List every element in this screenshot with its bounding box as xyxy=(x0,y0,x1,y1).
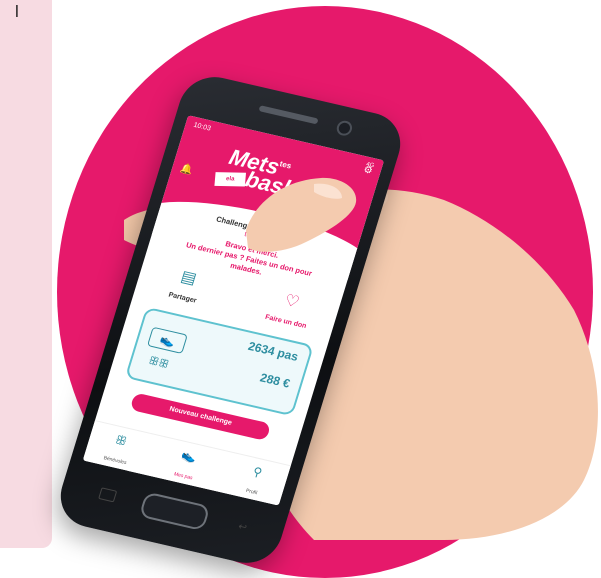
euros-value: 288 € xyxy=(258,370,292,391)
home-button[interactable] xyxy=(138,491,211,532)
side-text: l xyxy=(15,2,19,21)
nav-label-volunteers: Bénévoles xyxy=(102,455,128,467)
background-panel xyxy=(0,0,52,548)
nav-label-my-steps: Mes pas xyxy=(173,471,194,482)
logo-word-tes: tes xyxy=(278,159,293,171)
user-icon: ⚲ xyxy=(251,464,264,480)
nav-item-profile[interactable]: ⚲ Profil xyxy=(225,460,284,504)
status-time: 10:03 xyxy=(192,121,212,133)
group-icon: ꕥ xyxy=(113,432,129,449)
share-button[interactable]: ▤ Partager xyxy=(151,261,221,311)
front-camera xyxy=(334,119,354,138)
bell-icon[interactable]: 🔔 xyxy=(179,163,194,176)
steps-value: 2634 pas xyxy=(246,338,300,364)
group-icon: ꕥꕥ xyxy=(146,354,171,371)
shoe-icon: 👟 xyxy=(146,326,188,354)
nav-item-volunteers[interactable]: ꕥ Bénévoles xyxy=(89,428,148,472)
phone-speaker xyxy=(258,105,319,125)
donate-button[interactable]: ♡ Faire un don xyxy=(253,285,326,336)
shoe-icon: 👟 xyxy=(180,447,199,465)
back-key-icon[interactable]: ↩ xyxy=(237,521,248,533)
nav-label-profile: Profil xyxy=(244,487,258,497)
recent-apps-key[interactable] xyxy=(98,487,118,503)
donate-label: Faire un don xyxy=(264,313,308,331)
nav-item-my-steps[interactable]: 👟 Mes pas xyxy=(157,444,216,488)
share-icon: ▤ xyxy=(178,268,199,288)
share-label: Partager xyxy=(167,291,198,305)
thumb-illustration xyxy=(246,177,357,252)
